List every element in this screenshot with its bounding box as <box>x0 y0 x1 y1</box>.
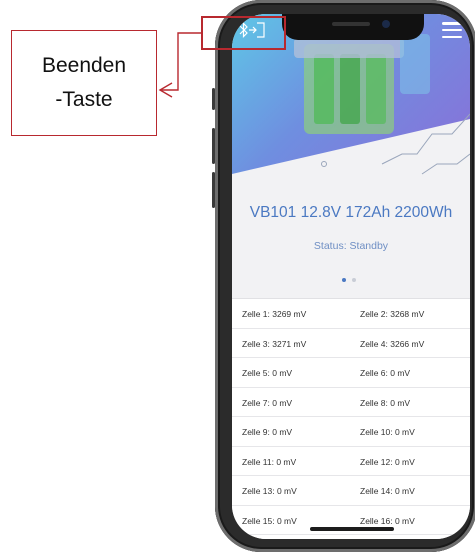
cell-voltage-item: Zelle 1: 3269 mV <box>242 309 307 319</box>
page-indicator[interactable] <box>342 269 362 287</box>
phone-screen: VB101 12.8V 172Ah 2200Wh Status: Standby… <box>232 14 470 539</box>
speaker-grille <box>332 22 370 26</box>
home-indicator[interactable] <box>310 527 394 531</box>
page-dot[interactable] <box>352 278 356 282</box>
table-row: Zelle 11: 0 mV Zelle 12: 0 mV <box>232 447 470 476</box>
cell-voltage-item: Zelle 9: 0 mV <box>242 427 293 437</box>
battery-status: Status: Standby <box>313 240 389 252</box>
cell-voltage-item: Zelle 11: 0 mV <box>242 456 297 467</box>
volume-up-button <box>212 128 215 164</box>
cell-voltage-item: Zelle 10: 0 mV <box>360 427 415 437</box>
battery-title: VB101 12.8V 172Ah 2200Wh <box>249 204 453 221</box>
cell-voltage-item: Zelle 5: 0 mV <box>242 368 293 378</box>
page-dot-active[interactable] <box>342 278 346 282</box>
table-row: Zelle 1: 3269 mV Zelle 2: 3268 mV <box>232 299 470 329</box>
cell-voltage-item: Zelle 3: 3271 mV <box>242 338 307 349</box>
cell-voltage-item: Zelle 2: 3268 mV <box>360 309 425 319</box>
cell-voltage-item: Zelle 15: 0 mV <box>242 515 297 526</box>
cell-voltage-item: Zelle 7: 0 mV <box>242 397 293 408</box>
mute-switch <box>212 88 215 110</box>
volume-down-button <box>212 172 215 208</box>
hamburger-menu-icon[interactable] <box>442 22 462 38</box>
table-row: Zelle 7: 0 mV Zelle 8: 0 mV <box>232 388 470 417</box>
table-row: Zelle 5: 0 mV Zelle 6: 0 mV <box>232 358 470 388</box>
notch <box>282 14 424 40</box>
cell-voltage-list: Zelle 1: 3269 mV Zelle 2: 3268 mV Zelle 3:… <box>232 298 470 539</box>
table-row: Zelle 13: 0 mV Zelle 14: 0 mV <box>232 476 470 506</box>
table-row: Zelle 3: 3271 mV Zelle 4: 3266 mV <box>232 329 470 358</box>
cell-voltage-item: Zelle 16: 0 mV <box>360 515 415 526</box>
cell-voltage-item: Zelle 6: 0 mV <box>360 368 411 378</box>
cell-voltage-item: Zelle 14: 0 mV <box>360 486 415 496</box>
table-row: Zelle 9: 0 mV Zelle 10: 0 mV <box>232 417 470 447</box>
cell-voltage-item: Zelle 13: 0 mV <box>242 486 297 496</box>
cell-voltage-item: Zelle 12: 0 mV <box>360 456 415 467</box>
front-camera <box>382 20 390 28</box>
cell-voltage-item: Zelle 4: 3266 mV <box>360 338 425 349</box>
cell-voltage-item: Zelle 8: 0 mV <box>360 397 411 408</box>
annotation-highlight-frame <box>201 16 286 50</box>
